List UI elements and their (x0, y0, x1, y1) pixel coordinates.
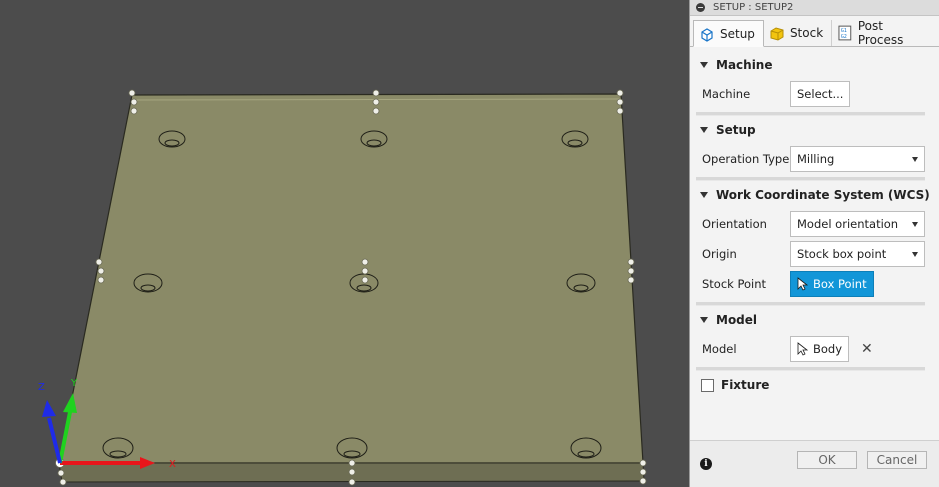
setup-dialog: SETUP : SETUP2 Setup Stock G1 G2 Post Pr… (689, 0, 939, 487)
setup-tab-icon (701, 27, 713, 42)
section-model-header[interactable]: Model (690, 306, 939, 334)
tab-stock[interactable]: Stock (764, 20, 833, 46)
info-icon[interactable]: i (700, 458, 712, 470)
tab-setup-label: Setup (720, 26, 755, 41)
dialog-titlebar[interactable]: SETUP : SETUP2 (690, 0, 939, 16)
machine-select-label: Select... (797, 87, 844, 101)
cancel-button[interactable]: Cancel (867, 451, 927, 469)
dialog-title: SETUP : SETUP2 (713, 2, 794, 13)
orientation-select[interactable]: Model orientation (790, 211, 925, 237)
origin-label: Origin (702, 247, 737, 261)
stock-point-label: Stock Point (702, 277, 767, 291)
section-setup-header[interactable]: Setup (690, 116, 939, 144)
collapse-triangle-icon (700, 127, 708, 133)
tab-bar: Setup Stock G1 G2 Post Process (690, 16, 939, 47)
section-wcs-header[interactable]: Work Coordinate System (WCS) (690, 181, 939, 209)
tab-post-process[interactable]: G1 G2 Post Process (832, 19, 939, 47)
dropdown-caret-icon (912, 221, 918, 227)
stock-point-row: Stock Point Box Point (690, 269, 939, 299)
collapse-icon[interactable] (696, 3, 705, 12)
model-body-label: Body (813, 342, 843, 356)
model-canvas[interactable]: X Y Z (0, 0, 690, 487)
dialog-footer: i OK Cancel (690, 440, 939, 487)
model-row: Model Body ✕ (690, 334, 939, 364)
collapse-triangle-icon (700, 62, 708, 68)
svg-text:G2: G2 (841, 34, 847, 40)
section-fixture-header[interactable]: Fixture (690, 371, 939, 399)
ok-label: OK (818, 453, 836, 467)
collapse-triangle-icon (700, 317, 708, 323)
cursor-arrow-icon (797, 342, 809, 356)
operation-type-label: Operation Type (702, 152, 790, 166)
fixture-label: Fixture (721, 378, 770, 392)
origin-value: Stock box point (797, 247, 887, 261)
section-machine-title: Machine (716, 58, 773, 72)
stock-plate-top[interactable] (58, 93, 644, 464)
tab-post-process-label: Post Process (857, 19, 904, 47)
tab-setup[interactable]: Setup (693, 20, 764, 47)
origin-select[interactable]: Stock box point (790, 241, 925, 267)
section-machine-header[interactable]: Machine (690, 51, 939, 79)
ok-button[interactable]: OK (797, 451, 857, 469)
section-setup-title: Setup (716, 123, 756, 137)
axis-y-label: Y (70, 378, 78, 389)
dropdown-caret-icon (912, 156, 918, 162)
tab-stock-label: Stock (789, 26, 824, 40)
machine-select-button[interactable]: Select... (790, 81, 851, 107)
operation-type-select[interactable]: Milling (790, 146, 925, 172)
machine-label: Machine (702, 87, 751, 101)
box-point-label: Box Point (813, 277, 867, 291)
orientation-row: Orientation Model orientation (690, 209, 939, 239)
axis-z-label: Z (38, 382, 45, 393)
fixture-checkbox[interactable] (701, 378, 714, 392)
model-body-button[interactable]: Body (790, 336, 850, 362)
post-process-tab-icon: G1 G2 (838, 25, 852, 41)
section-model-title: Model (716, 313, 758, 327)
operation-type-value: Milling (797, 152, 835, 166)
origin-row: Origin Stock box point (690, 239, 939, 269)
section-wcs-title: Work Coordinate System (WCS) (716, 188, 930, 202)
orientation-label: Orientation (702, 217, 767, 231)
3d-viewport[interactable]: X Y Z (0, 0, 690, 487)
clear-selection-icon[interactable]: ✕ (861, 341, 873, 357)
dropdown-caret-icon (912, 251, 918, 257)
cursor-arrow-icon (797, 277, 809, 291)
stock-tab-icon (770, 27, 784, 41)
model-label: Model (702, 342, 737, 356)
operation-type-row: Operation Type Milling (690, 144, 939, 174)
cancel-label: Cancel (876, 453, 918, 467)
box-point-button[interactable]: Box Point (790, 271, 874, 297)
axis-x-label: X (169, 459, 176, 470)
collapse-triangle-icon (700, 192, 708, 198)
orientation-value: Model orientation (797, 217, 899, 231)
machine-row: Machine Select... (690, 79, 939, 109)
